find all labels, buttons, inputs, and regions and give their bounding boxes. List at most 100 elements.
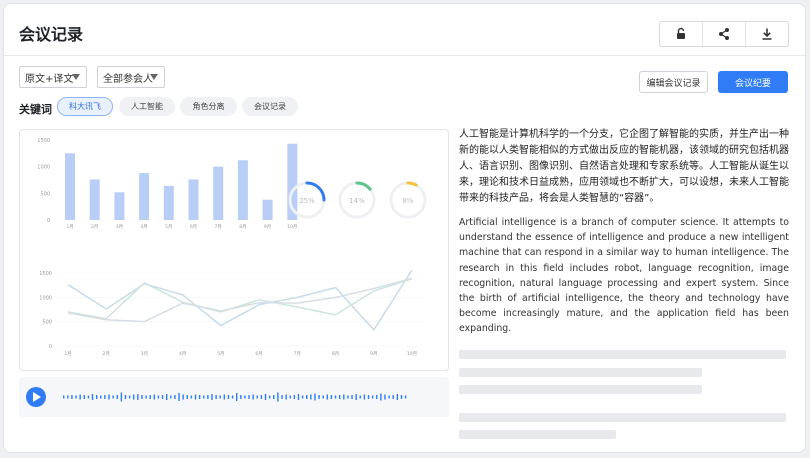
- waveform-bar: [236, 393, 238, 401]
- bar-7: [213, 166, 224, 220]
- waveform-bar: [95, 395, 98, 399]
- waveform-bar: [145, 395, 147, 399]
- bar-x-tick-label: 8月: [239, 224, 246, 230]
- waveform-bar: [190, 395, 193, 399]
- bar-x-tick-label: 5月: [165, 224, 172, 230]
- waveform-bar: [371, 395, 374, 399]
- share-icon: [719, 28, 729, 40]
- waveform-bar: [338, 395, 341, 399]
- unlock-icon: [677, 27, 685, 39]
- waveform-bar: [165, 394, 168, 400]
- line-y-tick-label: 0: [49, 344, 52, 350]
- download-button[interactable]: [746, 22, 788, 46]
- bar-6: [188, 179, 199, 220]
- waveform-bar: [293, 395, 296, 399]
- waveform-bar: [388, 395, 390, 399]
- waveform-bar: [297, 394, 300, 400]
- waveform-bar: [301, 395, 304, 399]
- bar-9: [262, 199, 273, 220]
- waveform-bar: [108, 394, 110, 400]
- edit-record-button[interactable]: 编辑会议记录: [639, 71, 708, 93]
- waveform-bar: [392, 395, 394, 399]
- waveform-bar: [343, 394, 345, 400]
- waveform-bar: [141, 395, 143, 399]
- waveform-bar: [273, 395, 275, 399]
- bar-x-tick-label: 6月: [190, 224, 197, 230]
- waveform-bar: [67, 395, 69, 399]
- waveform-bar: [219, 395, 221, 399]
- waveform-bar: [355, 394, 357, 400]
- waveform-bar: [120, 392, 123, 402]
- meeting-summary-button[interactable]: 会议纪要: [718, 71, 788, 93]
- line-x-tick-label: 1月: [64, 351, 71, 357]
- charts-svg: 0 500 1000 1500 1月 2月 3月 4月 5月 6月 7月 8月 9月 10月 25% 14% 8…: [37, 138, 427, 357]
- bar-5: [163, 185, 174, 220]
- keyword-chip-3[interactable]: 会议记录: [242, 97, 298, 116]
- waveform-bar: [260, 395, 263, 399]
- waveform-bar: [137, 394, 139, 400]
- participant-select[interactable]: 全部参会人: [97, 66, 165, 88]
- waveform-bar: [351, 395, 353, 399]
- waveform-bar: [240, 395, 242, 399]
- line-y-tick-label: 1500: [39, 271, 52, 277]
- meeting-record-window: 会议记录 原文+译文 全部参会人 编辑会议记录 会议纪要 关键词 科大讯飞 人工…: [3, 3, 806, 453]
- toolbar: [659, 21, 789, 47]
- bar-2: [89, 179, 100, 220]
- waveform-bar: [322, 395, 324, 399]
- bar-y-tick-label: 0: [47, 218, 50, 224]
- waveform-bar: [161, 395, 164, 399]
- keyword-chip-1[interactable]: 人工智能: [119, 97, 175, 116]
- waveform-bar: [104, 395, 106, 399]
- waveform-bar: [170, 395, 172, 399]
- waveform-bar: [83, 395, 85, 399]
- waveform-bar: [248, 395, 250, 399]
- waveform-bar: [128, 395, 131, 399]
- waveform-bar: [330, 395, 333, 399]
- unlock-button[interactable]: [660, 22, 703, 46]
- waveform-bar: [400, 395, 403, 399]
- waveform-bar: [310, 394, 312, 400]
- bar-y-tick-label: 1000: [37, 165, 50, 171]
- audio-waveform: [26, 387, 407, 407]
- waveform-bar: [198, 395, 201, 399]
- loading-placeholder-line: [459, 385, 702, 394]
- waveform-bar: [367, 395, 370, 399]
- waveform-bar: [215, 395, 217, 399]
- keyword-chip-0[interactable]: 科大讯飞: [57, 97, 113, 116]
- gauge-label-2: 14%: [349, 197, 365, 205]
- share-button[interactable]: [703, 22, 746, 46]
- waveform-bar: [194, 394, 197, 400]
- waveform-bar: [289, 395, 291, 399]
- line-x-tick-label: 4月: [179, 351, 186, 357]
- waveform-bar: [318, 395, 320, 399]
- bar-x-tick-label: 1月: [66, 224, 73, 230]
- waveform-bar: [314, 393, 316, 401]
- bar-y-tick-label: 1500: [37, 138, 50, 144]
- waveform-bar: [133, 394, 135, 400]
- line-x-tick-label: 9月: [370, 351, 377, 357]
- language-select-value: 原文+译文: [25, 73, 74, 85]
- gauge-label-1: 25%: [299, 197, 315, 205]
- line-x-tick-label: 5月: [217, 351, 224, 357]
- waveform-bar: [396, 394, 399, 400]
- bar-1: [65, 153, 75, 220]
- waveform-bar: [203, 395, 205, 399]
- waveform-bar: [149, 395, 151, 399]
- waveform-bar: [71, 395, 73, 399]
- waveform-bar: [207, 395, 209, 399]
- waveform-bar: [79, 394, 81, 400]
- bar-x-tick-label: 3月: [116, 224, 123, 230]
- line-x-tick-label: 8月: [332, 351, 339, 357]
- language-select[interactable]: 原文+译文: [19, 66, 87, 88]
- bar-3: [114, 192, 125, 220]
- loading-placeholder-line: [459, 368, 702, 377]
- keyword-chip-2[interactable]: 角色分离: [180, 97, 237, 116]
- waveform-bar: [264, 394, 267, 400]
- bar-x-tick-label: 2月: [91, 224, 98, 230]
- waveform-bar: [75, 395, 77, 399]
- chart-card: 0 500 1000 1500 1月 2月 3月 4月 5月 6月 7月 8月 9月 10月 25% 14% 8…: [19, 129, 449, 371]
- transcript-chinese: 人工智能是计算机科学的一个分支，它企图了解智能的实质，并生产出一种新的能以人类智…: [459, 129, 789, 204]
- bar-x-tick-label: 4月: [140, 224, 147, 230]
- waveform-bar: [157, 395, 160, 399]
- waveform-bar: [63, 395, 65, 399]
